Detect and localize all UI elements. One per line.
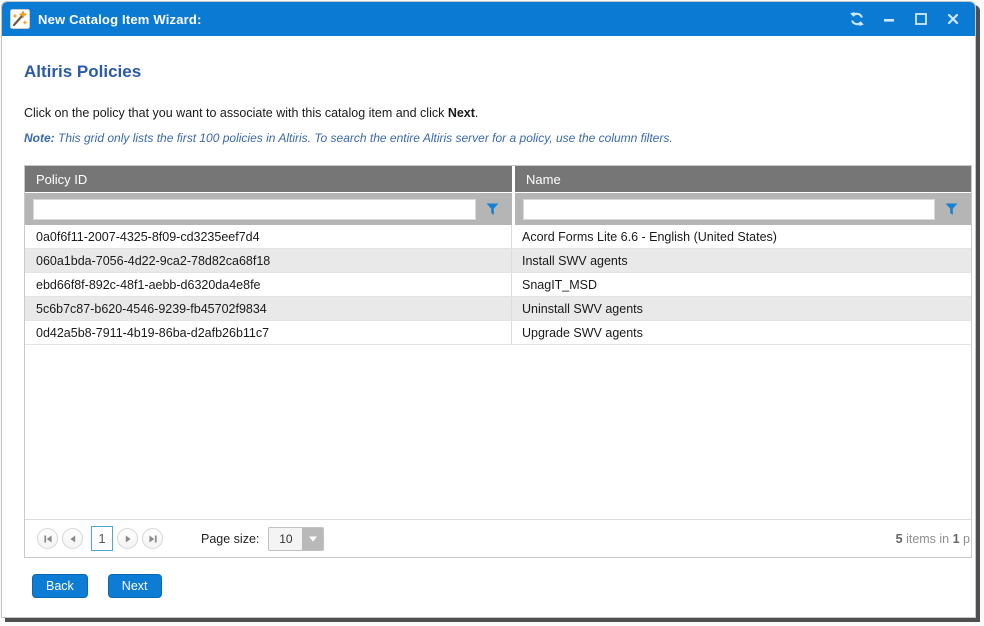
minimize-icon[interactable] — [880, 11, 897, 28]
column-header-policy-id[interactable]: Policy ID — [25, 166, 512, 192]
page-size-dropdown-arrow-icon[interactable] — [302, 528, 323, 550]
page-size-dropdown[interactable]: 10 — [268, 527, 324, 551]
wizard-app-icon — [10, 9, 30, 29]
maximize-icon[interactable] — [912, 11, 929, 28]
table-row[interactable]: 5c6b7c87-b620-4546-9239-fb45702f9834 Uni… — [25, 297, 971, 321]
policy-id-filter-input[interactable] — [33, 199, 476, 220]
page-title: Altiris Policies — [24, 62, 975, 82]
previous-page-button[interactable] — [62, 528, 83, 549]
table-row[interactable]: 060a1bda-7056-4d22-9ca2-78d82ca68f18 Ins… — [25, 249, 971, 273]
grid-pager: 1 Page size: 10 — [25, 519, 971, 557]
column-header-name[interactable]: Name — [515, 166, 971, 192]
wizard-navigation: Back Next — [32, 574, 975, 598]
refresh-icon[interactable] — [848, 11, 865, 28]
policy-name-cell: Install SWV agents — [514, 249, 971, 272]
name-filter-input[interactable] — [523, 199, 935, 220]
page-size-value: 10 — [269, 528, 302, 550]
next-button[interactable]: Next — [108, 574, 162, 598]
policy-name-cell: Uninstall SWV agents — [514, 297, 971, 320]
name-filter-funnel-icon[interactable] — [935, 203, 967, 216]
current-page-button[interactable]: 1 — [91, 526, 113, 551]
wizard-window: New Catalog Item Wizard: — [1, 1, 976, 618]
page-size-label: Page size: — [201, 532, 259, 546]
instruction-text: Click on the policy that you want to ass… — [24, 106, 975, 120]
policy-id-cell: 0d42a5b8-7911-4b19-86ba-d2afb26b11c7 — [25, 321, 512, 344]
grid-empty-area — [25, 345, 971, 519]
policies-grid: Policy ID Name — [24, 165, 972, 558]
note-text: Note: This grid only lists the first 100… — [24, 131, 975, 145]
policy-id-filter-funnel-icon[interactable] — [476, 203, 508, 216]
last-page-button[interactable] — [142, 528, 163, 549]
policy-id-cell: 5c6b7c87-b620-4546-9239-fb45702f9834 — [25, 297, 512, 320]
close-icon[interactable] — [944, 11, 961, 28]
back-button[interactable]: Back — [32, 574, 88, 598]
name-filter-cell — [515, 193, 971, 225]
policy-name-cell: SnagIT_MSD — [514, 273, 971, 296]
window-controls — [848, 11, 961, 28]
titlebar[interactable]: New Catalog Item Wizard: — [2, 2, 975, 36]
grid-filter-row — [25, 193, 971, 225]
table-row[interactable]: ebd66f8f-892c-48f1-aebb-d6320da4e8fe Sna… — [25, 273, 971, 297]
first-page-button[interactable] — [37, 528, 58, 549]
policy-id-cell: 060a1bda-7056-4d22-9ca2-78d82ca68f18 — [25, 249, 512, 272]
next-page-button[interactable] — [117, 528, 138, 549]
table-row[interactable]: 0a0f6f11-2007-4325-8f09-cd3235eef7d4 Aco… — [25, 225, 971, 249]
policy-id-cell: ebd66f8f-892c-48f1-aebb-d6320da4e8fe — [25, 273, 512, 296]
table-row[interactable]: 0d42a5b8-7911-4b19-86ba-d2afb26b11c7 Upg… — [25, 321, 971, 345]
grid-body: 0a0f6f11-2007-4325-8f09-cd3235eef7d4 Aco… — [25, 225, 971, 345]
policy-name-cell: Acord Forms Lite 6.6 - English (United S… — [514, 225, 971, 248]
items-count-status: 5 items in 1 p — [896, 532, 971, 546]
window-title: New Catalog Item Wizard: — [38, 12, 202, 27]
policy-id-filter-cell — [25, 193, 512, 225]
policy-name-cell: Upgrade SWV agents — [514, 321, 971, 344]
grid-header-row: Policy ID Name — [25, 166, 971, 192]
policy-id-cell: 0a0f6f11-2007-4325-8f09-cd3235eef7d4 — [25, 225, 512, 248]
